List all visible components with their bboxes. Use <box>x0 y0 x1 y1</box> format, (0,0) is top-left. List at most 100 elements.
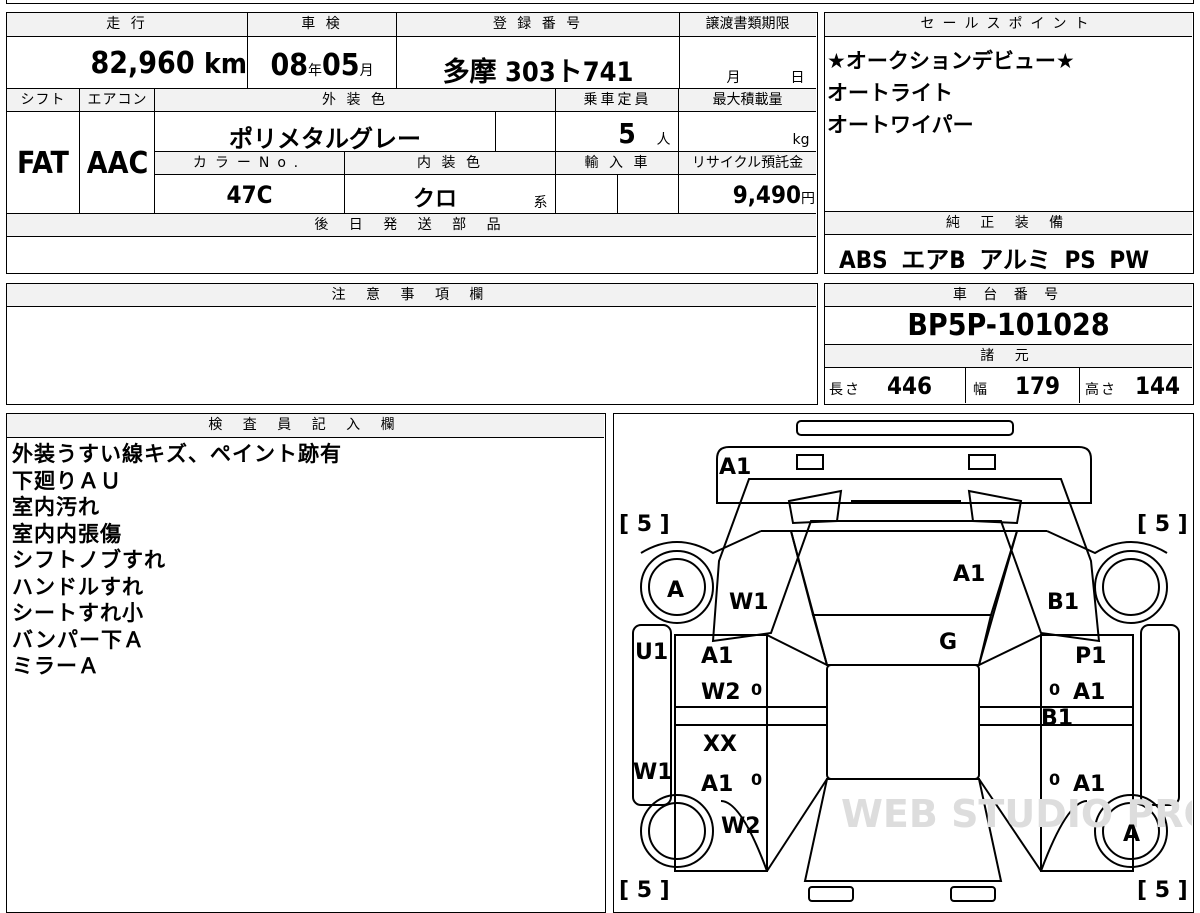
top-strip <box>6 0 1194 4</box>
tire-tread-front-right: [ 5 ] <box>1137 512 1188 537</box>
mark-rear-right-wheel: A <box>1123 822 1140 847</box>
equipment-item: PW <box>1109 246 1150 274</box>
height-value: 144 <box>1135 372 1181 400</box>
height-label: 高さ <box>1085 382 1117 398</box>
mileage-unit: km <box>204 47 247 80</box>
inspector-note: シフトノブすれ <box>12 548 166 572</box>
mark-zero: 0 <box>1049 770 1060 789</box>
mark-zero: 0 <box>1049 680 1060 699</box>
mark-front-left-fender: W1 <box>729 590 769 615</box>
car-outline-svg: WEB STUDIO PRO A1 [ 5 ] [ 5 ] A W1 A1 B1… <box>619 420 1192 903</box>
inspection-year-unit: 年 <box>308 63 322 79</box>
equipment-item: エアB <box>901 246 966 274</box>
shift-value: FAT <box>17 146 69 181</box>
inspector-notes-list: 外装うすい線キズ、ペイント跡有 下廻りＡＵ 室内汚れ 室内内張傷 シフトノブすれ… <box>12 441 342 680</box>
registration-value: 多摩 303ト741 <box>442 57 634 88</box>
interior-color-value: クロ <box>412 187 457 212</box>
mark-left-sill: U1 <box>635 640 668 665</box>
sales-points-label: セールスポイント <box>920 16 1097 32</box>
inspector-note: 室内汚れ <box>12 495 100 519</box>
chassis-box: 車 台 番 号 BP5P-101028 諸 元 長さ 446 幅 179 高さ … <box>824 283 1194 405</box>
mark-rear-right-door: A1 <box>1073 772 1105 797</box>
length-value: 446 <box>887 372 933 400</box>
inspector-notes-box: 検 査 員 記 入 欄 外装うすい線キズ、ペイント跡有 下廻りＡＵ 室内汚れ 室… <box>6 413 606 913</box>
mark-front-right-door-a: A1 <box>1073 680 1105 705</box>
sales-point-item: ★オークションデビュー★ <box>827 49 1075 73</box>
mileage-value: 82,960 km <box>7 46 247 81</box>
equipment-item: ABS <box>839 246 888 274</box>
recycle-number: 9,490 <box>732 181 801 209</box>
mark-right-pillar: B1 <box>1041 706 1073 731</box>
caution-notes-label: 注 意 事 項 欄 <box>331 287 492 303</box>
capacity-label: 乗車定員 <box>583 92 652 108</box>
recycle-unit: 円 <box>801 191 815 207</box>
color-no-value: 47C <box>226 181 273 209</box>
mark-rear-left-door-a: A1 <box>701 772 733 797</box>
caution-notes-box: 注 意 事 項 欄 <box>6 283 818 405</box>
width-label: 幅 <box>973 382 990 398</box>
inspection-value: 08年05月 <box>248 48 396 83</box>
shift-label: シフト <box>20 92 66 108</box>
equipment-box: 純 正 装 備 ABS エアB アルミ PS PW <box>824 212 1194 274</box>
capacity-value: 5 <box>618 117 636 150</box>
inspector-note: 室内内張傷 <box>12 521 122 546</box>
max-load-unit: kg <box>792 132 810 148</box>
equipment-label: 純 正 装 備 <box>945 215 1072 231</box>
tire-tread-rear-left: [ 5 ] <box>619 878 670 903</box>
equipment-list: ABS エアB アルミ PS PW <box>839 240 1149 275</box>
inspection-label: 車 検 <box>301 16 343 32</box>
equipment-item: PS <box>1064 246 1096 274</box>
transfer-month-unit: 月 <box>726 70 744 86</box>
transfer-deadline-label: 譲渡書類期限 <box>705 16 790 32</box>
basic-info-table: 走 行 車 検 登 録 番 号 譲渡書類期限 82,960 km 08年05月 … <box>6 12 818 274</box>
chassis-label: 車 台 番 号 <box>952 287 1065 303</box>
sales-points-list: ★オークションデビュー★ オートライト オートワイパー <box>827 45 1075 141</box>
color-no-label: カラーNo. <box>192 155 307 171</box>
recycle-value: 9,490円 <box>679 181 815 209</box>
mark-front-left-wheel: A <box>667 578 684 603</box>
mark-front-bumper: A1 <box>719 455 751 480</box>
length-label: 長さ <box>829 382 861 398</box>
mark-front-left-door-w: W2 <box>701 680 741 705</box>
inspection-month-unit: 月 <box>359 63 374 79</box>
equipment-item: アルミ <box>979 246 1051 274</box>
interior-color-suffix: 系 <box>533 195 551 211</box>
registration-label: 登 録 番 号 <box>492 16 584 32</box>
max-load-label: 最大積載量 <box>712 92 783 108</box>
later-parts-label: 後 日 発 送 部 品 <box>314 217 509 233</box>
inspector-note: バンパー下Ａ <box>12 627 146 652</box>
mark-hood: A1 <box>953 562 985 587</box>
aircon-value: AAC <box>86 146 149 181</box>
inspector-note: シートすれ小 <box>12 601 144 625</box>
mark-windshield: G <box>939 630 957 655</box>
mark-left-sill-w: W1 <box>633 760 673 785</box>
mark-rear-left-fender: W2 <box>721 814 761 839</box>
tire-tread-rear-right: [ 5 ] <box>1137 878 1188 903</box>
mark-front-left-door: A1 <box>701 644 733 669</box>
exterior-color-value: ポリメタルグレー <box>229 125 421 153</box>
tire-tread-front-left: [ 5 ] <box>619 512 670 537</box>
inspector-label: 検 査 員 記 入 欄 <box>208 417 403 433</box>
inspector-note: 下廻りＡＵ <box>12 468 122 493</box>
exterior-color-label: 外 装 色 <box>322 92 388 108</box>
mileage-number: 82,960 <box>90 46 195 81</box>
car-damage-diagram: WEB STUDIO PRO A1 [ 5 ] [ 5 ] A W1 A1 B1… <box>613 413 1194 913</box>
capacity-unit: 人 <box>656 132 674 148</box>
mark-zero: 0 <box>751 770 762 789</box>
interior-color-label: 内 装 色 <box>417 155 483 171</box>
mark-front-right-door-p: P1 <box>1075 644 1106 669</box>
sales-point-item: オートワイパー <box>827 113 974 137</box>
inspector-note: 外装うすい線キズ、ペイント跡有 <box>12 442 342 466</box>
inspector-note: ハンドルすれ <box>12 574 144 599</box>
mark-zero: 0 <box>751 680 762 699</box>
sales-points-box: セールスポイント ★オークションデビュー★ オートライト オートワイパー <box>824 12 1194 212</box>
import-label: 輸 入 車 <box>584 155 651 171</box>
aircon-label: エアコン <box>87 92 148 108</box>
transfer-day-unit: 日 <box>790 70 808 86</box>
specs-label: 諸 元 <box>980 348 1037 364</box>
inspection-year: 08 <box>270 48 308 83</box>
width-value: 179 <box>1015 372 1061 400</box>
recycle-label: リサイクル預託金 <box>691 155 804 171</box>
mileage-label: 走 行 <box>106 16 148 32</box>
chassis-number: BP5P-101028 <box>907 308 1110 343</box>
